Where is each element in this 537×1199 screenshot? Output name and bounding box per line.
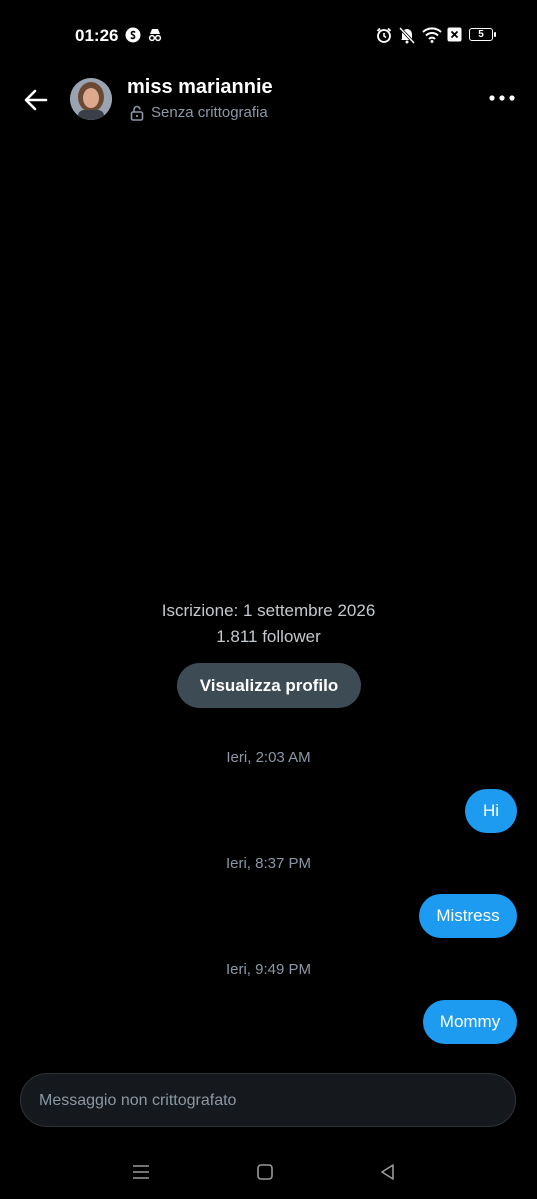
encryption-label: Senza crittografia	[151, 104, 268, 121]
message-timestamp: Ieri, 9:49 PM	[225, 961, 312, 978]
unlocked-lock-icon	[130, 105, 144, 121]
message-bubble[interactable]: Mommy	[423, 1000, 517, 1044]
battery-tip	[494, 32, 496, 37]
message-timestamp: Ieri, 2:03 AM	[226, 749, 311, 766]
follower-count: 1.811 follower	[216, 627, 321, 646]
view-profile-button[interactable]: Visualizza profilo	[177, 663, 361, 708]
back-arrow-icon[interactable]	[22, 86, 50, 114]
avatar[interactable]	[70, 78, 112, 120]
joined-date: Iscrizione: 1 settembre 2026	[161, 601, 376, 620]
system-nav-bar	[0, 1150, 537, 1199]
sim-off-icon	[447, 27, 462, 42]
battery-icon: 5	[469, 28, 493, 41]
message-bubble[interactable]: Hi	[465, 789, 517, 833]
battery-level: 5	[478, 28, 484, 40]
message-timestamp: Ieri, 8:37 PM	[225, 855, 312, 872]
shazam-icon	[125, 27, 141, 43]
incognito-icon	[148, 29, 162, 42]
message-composer	[20, 1073, 516, 1128]
message-bubble[interactable]: Mistress	[419, 894, 517, 938]
home-icon[interactable]	[253, 1160, 277, 1184]
contact-name[interactable]: miss mariannie	[127, 76, 273, 99]
status-time: 01:26	[75, 26, 119, 45]
wifi-icon	[422, 27, 442, 43]
back-triangle-icon[interactable]	[376, 1160, 400, 1184]
status-bar: 01:26 5	[0, 0, 537, 72]
menu-icon[interactable]	[129, 1160, 153, 1184]
more-options-icon[interactable]	[488, 94, 516, 102]
mute-icon	[398, 27, 416, 44]
alarm-icon	[376, 27, 392, 43]
conversation-header: miss mariannie Senza crittografia	[0, 72, 537, 132]
message-input[interactable]	[37, 1074, 501, 1128]
encryption-status: Senza crittografia	[130, 104, 268, 121]
avatar-image	[70, 78, 112, 120]
